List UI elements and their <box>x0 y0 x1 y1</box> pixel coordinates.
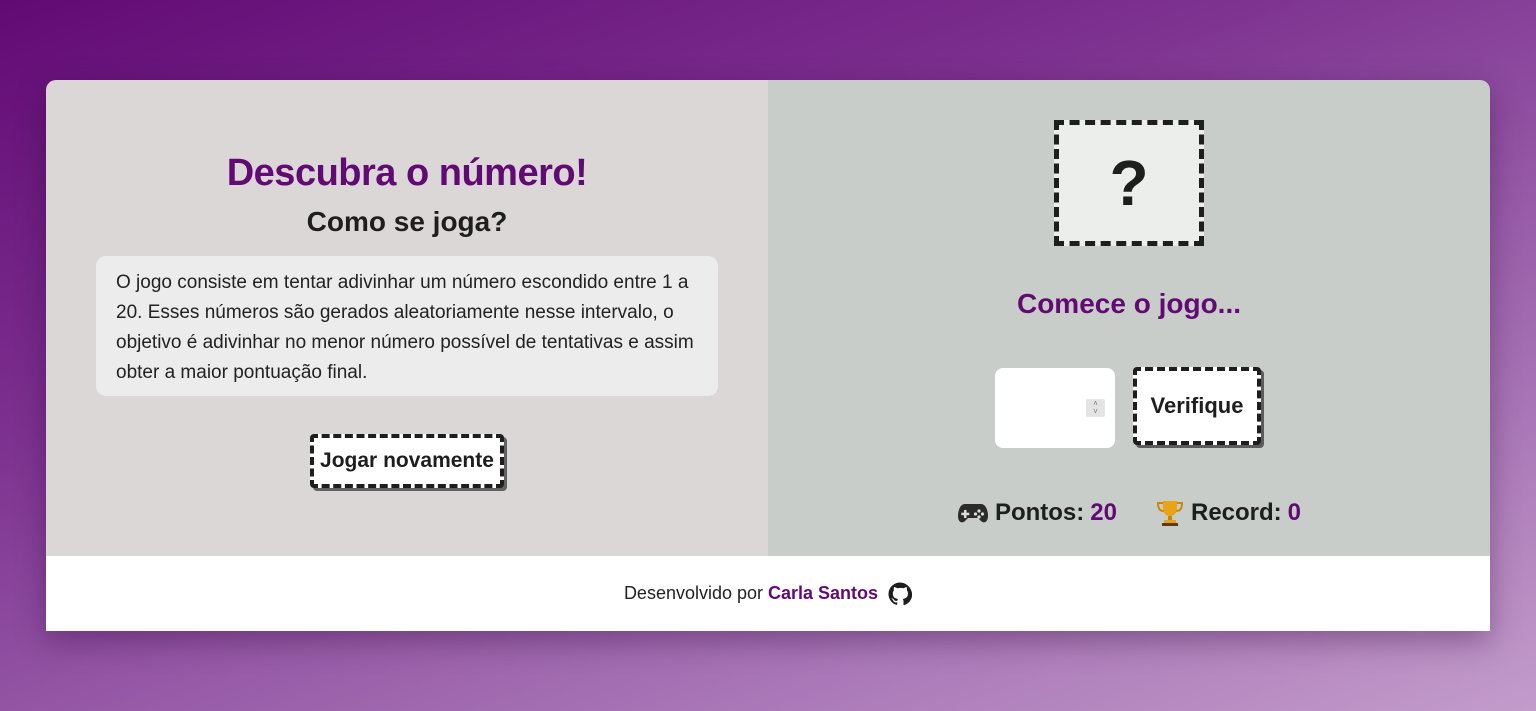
footer: Desenvolvido por Carla Santos <box>46 556 1490 631</box>
author-link[interactable]: Carla Santos <box>768 583 878 604</box>
rules-text: O jogo consiste em tentar adivinhar um n… <box>96 256 718 396</box>
trophy-icon <box>1156 501 1183 526</box>
score-label: Pontos: <box>994 499 1085 526</box>
github-icon <box>888 582 913 605</box>
footer-prefix: Desenvolvido por <box>623 583 764 603</box>
chevron-down-icon: ˅ <box>1093 407 1098 416</box>
check-button[interactable]: Verifique <box>1133 367 1261 445</box>
score-value: 20 <box>1090 499 1117 526</box>
score-display: Pontos: 20 <box>957 498 1117 528</box>
number-spinner[interactable]: ˄ ˅ <box>1086 399 1105 417</box>
github-link[interactable] <box>888 582 913 606</box>
record-value: 0 <box>1287 499 1302 526</box>
score-row: Pontos: 20 Record: 0 <box>768 498 1490 528</box>
status-message: Comece o jogo... <box>1016 288 1242 319</box>
page-title: Descubra o número! <box>226 152 588 194</box>
instructions-panel: Descubra o número! Como se joga? O jogo … <box>46 80 768 556</box>
panels: Descubra o número! Como se joga? O jogo … <box>46 80 1490 556</box>
record-display: Record: 0 <box>1155 498 1301 528</box>
record-label: Record: <box>1190 499 1282 526</box>
gamepad-icon <box>957 504 988 523</box>
game-panel: ? Comece o jogo... ˄ ˅ Verifique Pontos:… <box>768 80 1490 556</box>
how-to-play-heading: Como se joga? <box>306 206 508 237</box>
game-card: Descubra o número! Como se joga? O jogo … <box>46 80 1490 631</box>
secret-number-box: ? <box>1054 120 1204 246</box>
play-again-button[interactable]: Jogar novamente <box>310 434 504 488</box>
